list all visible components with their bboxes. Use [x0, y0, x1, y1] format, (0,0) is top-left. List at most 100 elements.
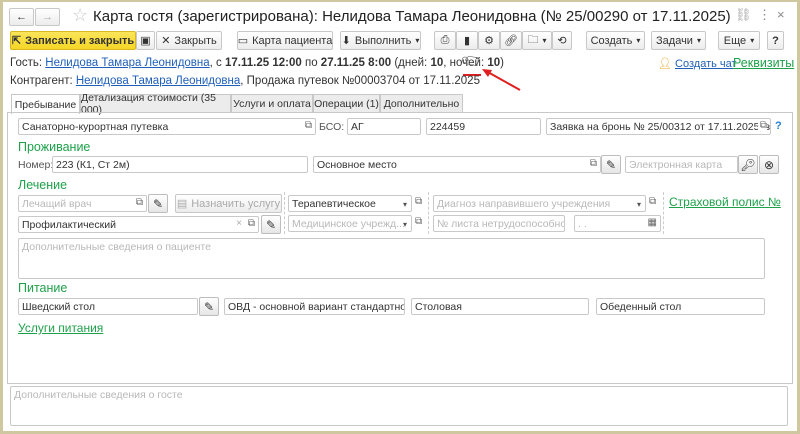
tab-operations[interactable]: Операции (1) [313, 94, 380, 113]
open-icon[interactable]: ⧉ [415, 216, 422, 227]
guest-name-link[interactable]: Нелидова Тамара Леонидовна [45, 57, 209, 69]
room-field[interactable]: 223 (К1, Ст 2м) [52, 156, 308, 173]
attach-button[interactable]: 🔗︎ [500, 31, 522, 50]
key-button[interactable]: 🔑︎ [738, 155, 758, 174]
create-button[interactable]: Создать ▾ [586, 31, 645, 50]
open-icon[interactable]: ⧉ [248, 218, 255, 229]
divider [663, 192, 664, 234]
help-icon[interactable]: ? [775, 120, 782, 132]
execute-button[interactable]: ⬇ Выполнить ▾ [340, 31, 421, 50]
guest-notes-field[interactable]: Дополнительные сведения о госте [10, 386, 788, 426]
tab-stay[interactable]: Пребывание [11, 94, 80, 114]
document-icon: ▤ [176, 198, 188, 210]
bso-number-field[interactable]: 224459 [426, 118, 541, 135]
dropdown-icon[interactable]: ▾ [403, 220, 407, 229]
print-button[interactable]: ⎙ [434, 31, 456, 50]
divider [428, 192, 429, 234]
room-label: Номер: [18, 159, 54, 171]
user-chat-icon: 👤︎ [658, 58, 672, 70]
create-chat-link[interactable]: 👤︎ Создать чат [658, 57, 737, 70]
arrow-down-icon: ⬇ [341, 35, 351, 47]
counterparty-line: Контрагент: Нелидова Тамара Леонидовна, … [10, 75, 480, 87]
edit-doctor-button[interactable]: ✎ [148, 194, 168, 213]
bso-label: БСО: [319, 121, 345, 133]
report-button[interactable]: ▮ [456, 31, 478, 50]
clear-icon[interactable]: × [236, 218, 242, 229]
more-button[interactable]: Еще ▾ [718, 31, 760, 50]
pencil-icon: ✎ [605, 157, 617, 172]
food-type-field[interactable]: Шведский стол [18, 298, 198, 315]
assign-service-button[interactable]: ▤ Назначить услугу [175, 194, 282, 213]
tab-cost-details[interactable]: Детализация стоимости (35 000) [80, 92, 231, 116]
booking-field[interactable]: Заявка на бронь № 25/00312 от 17.11.2025… [546, 118, 771, 135]
tab-services-payment[interactable]: Услуги и оплата [231, 94, 313, 113]
folder-icon: 🗀︎ [527, 34, 539, 46]
key-icon: 🔑︎ [740, 157, 756, 172]
counterparty-link[interactable]: Нелидова Тамара Леонидовна [76, 75, 240, 87]
gears-icon: ⚙ [484, 35, 494, 47]
insurance-link[interactable]: Страховой полис № [669, 195, 781, 209]
treatment-heading: Лечение [18, 178, 68, 192]
edit-program-button[interactable]: ✎ [261, 215, 281, 234]
save-and-close-button[interactable]: ⇱ Записать и закрыть [10, 31, 136, 50]
open-icon[interactable]: ⧉ [757, 120, 767, 131]
open-icon[interactable]: ⧉ [305, 120, 312, 131]
doctor-field[interactable]: Лечащий врач ⧉ [18, 195, 147, 212]
paperclip-icon: 🔗︎ [504, 35, 518, 47]
card-icon: ▭ [237, 35, 249, 47]
sick-list-field[interactable]: № листа нетрудоспособности [433, 215, 565, 232]
settings-button[interactable]: ⚙ [478, 31, 500, 50]
floppy-icon: ▣ [140, 35, 151, 47]
date-field[interactable]: . . ▦ [574, 215, 661, 232]
dropdown-icon[interactable]: ▾ [403, 200, 407, 209]
calendar-icon[interactable]: ▦ [648, 217, 657, 228]
more-vertical-icon[interactable]: ⋮ [758, 7, 771, 23]
e-card-field[interactable]: Электронная карта [625, 156, 738, 173]
star-icon[interactable]: ☆ [72, 5, 88, 26]
pencil-icon: ✎ [203, 299, 215, 314]
arrow-right-icon: → [42, 11, 53, 23]
window: ← → ☆ Карта гостя (зарегистрирована): Не… [0, 0, 800, 434]
clear-card-button[interactable]: ⊗ [759, 155, 779, 174]
forward-button[interactable]: → [35, 8, 60, 26]
dropdown-icon[interactable]: ▾ [637, 200, 641, 209]
history-button[interactable]: ⟲ [552, 31, 572, 50]
open-icon[interactable]: ⧉ [415, 196, 422, 207]
program-field[interactable]: Профилактический × ⧉ [18, 216, 259, 233]
save-button[interactable]: ▣ [136, 31, 155, 50]
pencil-icon: ✎ [152, 196, 164, 211]
back-button[interactable]: ← [9, 8, 34, 26]
place-field[interactable]: Основное место ⧉ [313, 156, 601, 173]
close-button[interactable]: ✕ Закрыть [156, 31, 222, 50]
tasks-button[interactable]: Задачи ▾ [651, 31, 706, 50]
voucher-type-field[interactable]: Санаторно-курортная путевка ⧉ [18, 118, 316, 135]
med-institution-field[interactable]: Медицинское учрежд... ▾ [288, 215, 412, 232]
diagnosis-field[interactable]: Диагноз направившего учреждения ▾ [433, 195, 646, 212]
edit-food-button[interactable]: ✎ [199, 297, 219, 316]
bar-chart-icon: ▮ [463, 35, 471, 47]
edit-place-button[interactable]: ✎ [601, 155, 621, 174]
printer-icon: ⎙ [440, 34, 450, 46]
open-icon[interactable]: ⧉ [649, 196, 656, 207]
circle-x-icon: ⊗ [763, 157, 775, 172]
tab-additional[interactable]: Дополнительно [380, 94, 463, 113]
requisites-link[interactable]: Реквизиты [733, 56, 794, 70]
open-icon[interactable]: ⧉ [590, 158, 597, 169]
patient-card-button[interactable]: ▭ Карта пациента [237, 31, 333, 50]
dining-place-field[interactable]: Столовая [411, 298, 589, 315]
patient-notes-field[interactable]: Дополнительные сведения о пациенте [18, 238, 765, 279]
table-field[interactable]: Обеденный стол [596, 298, 765, 315]
food-services-link[interactable]: Услуги питания [18, 321, 103, 335]
divider [284, 192, 285, 234]
treatment-type-field[interactable]: Терапевтическое ▾ [288, 195, 412, 212]
bso-series-field[interactable]: АГ [347, 118, 421, 135]
history-icon: ⟲ [557, 35, 567, 47]
accommodation-heading: Проживание [18, 140, 91, 154]
diet-field[interactable]: ОВД - основной вариант стандартной ди [224, 298, 405, 315]
folder-button[interactable]: 🗀︎ ▾ [522, 31, 552, 50]
open-icon[interactable]: ⧉ [136, 197, 143, 208]
link-icon[interactable]: ⛓ [735, 7, 752, 23]
window-title: Карта гостя (зарегистрирована): Нелидова… [93, 8, 731, 25]
close-icon[interactable]: × [777, 7, 785, 22]
help-button[interactable]: ? [767, 31, 784, 50]
